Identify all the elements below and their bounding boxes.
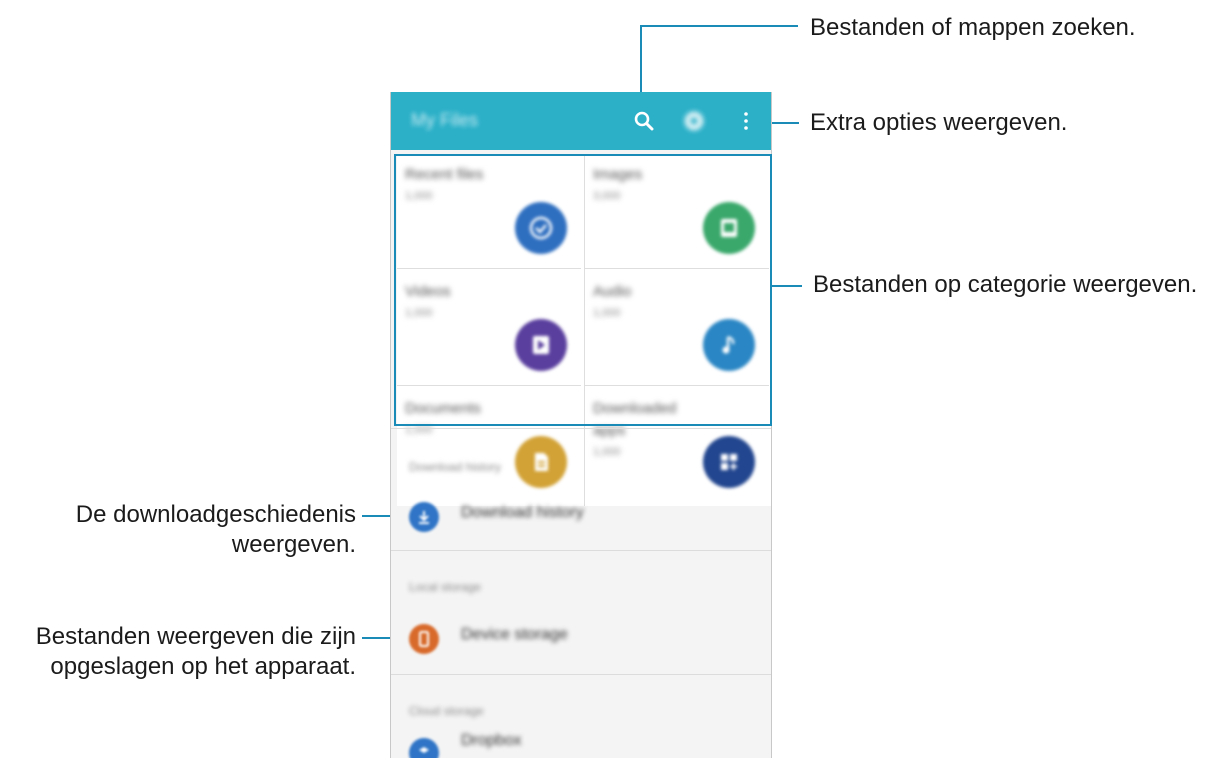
download-history-item[interactable]: Download history	[391, 485, 771, 547]
callout-download-history: De downloadgeschiedenis weergeven.	[76, 500, 356, 560]
list-item-label: Download history	[461, 504, 584, 521]
category-count: 1,000	[593, 446, 621, 458]
app-title: My Files	[411, 110, 478, 130]
callout-device-line2: opgeslagen op het apparaat.	[50, 653, 356, 680]
download-icon	[409, 502, 439, 532]
section-header-download: Download history	[409, 460, 502, 474]
callout-categories: Bestanden op categorie weergeven.	[813, 271, 1198, 298]
dropbox-icon	[409, 738, 439, 758]
callout-download-line2: weergeven.	[231, 531, 356, 558]
divider	[391, 674, 771, 675]
document-icon	[515, 436, 567, 488]
callout-device-line1: Bestanden weergeven die zijn	[35, 623, 356, 650]
divider	[391, 428, 771, 429]
leader-categories	[772, 285, 802, 287]
callout-options: Extra opties weergeven.	[810, 109, 1068, 136]
device-icon	[409, 624, 439, 654]
section-header-local: Local storage	[409, 580, 482, 594]
apps-icon	[703, 436, 755, 488]
device-storage-item[interactable]: Device storage	[391, 607, 771, 669]
list-item-label: Device storage	[461, 626, 568, 643]
more-options-icon[interactable]	[734, 109, 758, 133]
divider	[391, 550, 771, 551]
list-item-label: Dropbox	[461, 732, 522, 749]
leader-search-h	[640, 25, 798, 27]
leader-search-v	[640, 25, 642, 101]
callout-device-storage: Bestanden weergeven die zijn opgeslagen …	[36, 622, 356, 682]
search-icon[interactable]	[632, 109, 656, 133]
section-header-cloud: Cloud storage	[409, 704, 484, 718]
callout-search: Bestanden of mappen zoeken.	[810, 14, 1136, 41]
categories-highlight-frame	[394, 154, 772, 426]
dropbox-item[interactable]: Dropbox	[391, 724, 771, 758]
app-bar: My Files	[391, 92, 771, 150]
callout-download-line1: De downloadgeschiedenis	[75, 501, 356, 528]
storage-usage-icon[interactable]	[682, 109, 706, 133]
